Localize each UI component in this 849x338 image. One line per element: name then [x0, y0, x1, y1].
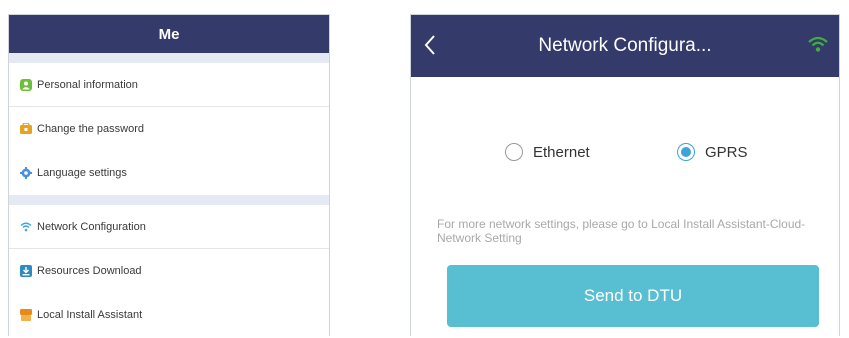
menu-item-network-configuration[interactable]: Network Configuration — [9, 205, 329, 249]
group-divider — [9, 53, 329, 63]
lock-icon — [19, 122, 33, 136]
menu-item-local-install-assistant[interactable]: Local Install Assistant — [9, 293, 329, 336]
page-title: Network Configura... — [538, 35, 712, 56]
wifi-icon — [19, 220, 33, 234]
network-configuration-screen: Network Configura... Ethernet GPRS For m… — [410, 14, 840, 336]
me-screen: Me Personal information Change the passw… — [8, 14, 330, 336]
menu-item-label: Change the password — [37, 123, 145, 135]
menu-item-label: Local Install Assistant — [37, 309, 143, 321]
menu-item-label: Personal information — [37, 78, 138, 91]
radio-checked-icon — [677, 143, 695, 161]
menu-item-label: Resources Download — [37, 265, 142, 277]
download-icon — [19, 264, 33, 278]
menu-item-personal-information[interactable]: Personal information — [9, 63, 329, 107]
group-divider — [9, 195, 329, 205]
radio-unchecked-icon — [505, 143, 523, 161]
menu-item-language-settings[interactable]: Language settings — [9, 151, 329, 195]
menu-item-label: Language settings — [37, 167, 127, 179]
menu-item-change-password[interactable]: Change the password — [9, 107, 329, 151]
wifi-status-icon — [807, 35, 829, 53]
network-type-options: Ethernet GPRS — [411, 143, 839, 167]
radio-label: GPRS — [705, 143, 748, 161]
nav-bar: Network Configura... — [411, 15, 839, 77]
chevron-left-icon — [424, 35, 435, 55]
network-settings-hint: For more network settings, please go to … — [437, 217, 806, 245]
radio-label: Ethernet — [533, 143, 590, 161]
menu-item-label: Network Configuration — [37, 220, 146, 233]
radio-gprs[interactable]: GPRS — [677, 143, 748, 161]
menu-item-resources-download[interactable]: Resources Download — [9, 249, 329, 293]
back-button[interactable] — [421, 31, 439, 59]
me-title: Me — [158, 25, 180, 43]
me-header: Me — [9, 15, 329, 53]
gear-icon — [19, 166, 33, 180]
radio-ethernet[interactable]: Ethernet — [505, 143, 590, 161]
assistant-icon — [19, 308, 33, 322]
person-icon — [19, 78, 33, 92]
send-to-dtu-button[interactable]: Send to DTU — [447, 265, 819, 327]
